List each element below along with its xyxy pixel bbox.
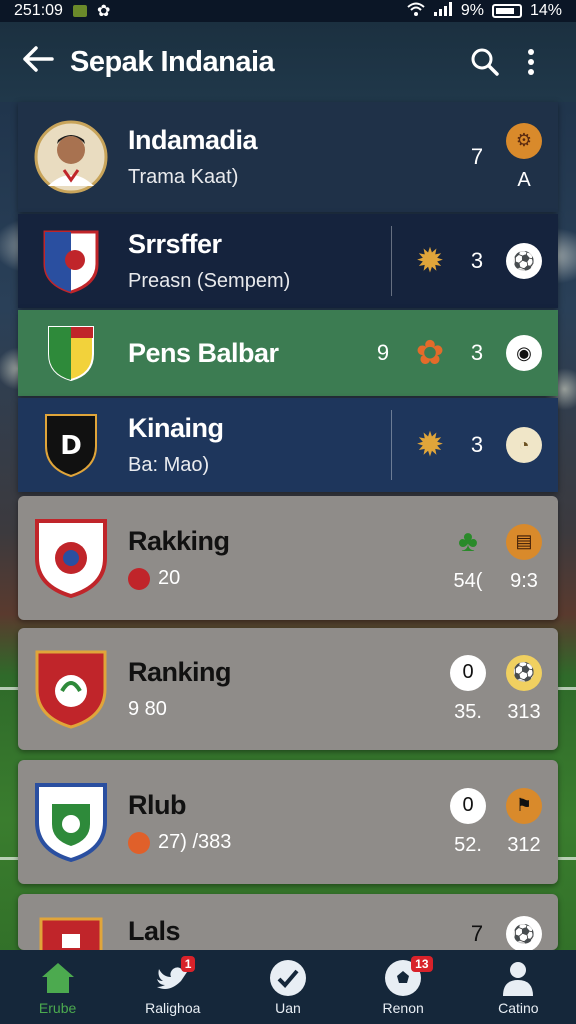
page-title: Sepak Indanaia — [70, 45, 275, 78]
app-bar: Sepak Indanaia — [0, 22, 576, 102]
row-number: 3 — [470, 340, 484, 365]
stat-left: 52. — [454, 833, 482, 856]
row-pre-number: 9 — [376, 340, 390, 365]
club-logo — [34, 519, 108, 598]
home-icon — [38, 958, 78, 998]
nav-label: Erube — [38, 1000, 77, 1016]
row-name: Rlub — [128, 790, 187, 820]
stat-right: 313 — [507, 700, 541, 723]
badge-icon: ✹ — [415, 426, 445, 464]
list-item[interactable]: Pens Balbar 9 ✿ 3 ◉ — [18, 310, 558, 396]
nav-item-renon[interactable]: 13 Renon — [353, 956, 453, 1016]
row-name: Rakking — [128, 526, 230, 556]
trophy-icon: ⚙ — [506, 122, 542, 159]
row-number: 7 — [470, 144, 484, 169]
number-badge: 0 — [450, 787, 486, 824]
list-item[interactable]: Lals 7 ⚽ — [18, 894, 558, 950]
row-subtitle-text: 20 — [158, 567, 181, 589]
row-name: Srrsffer — [128, 229, 222, 259]
row-subtitle: Ba: Mao) — [128, 454, 210, 476]
divider — [391, 410, 392, 480]
row-name: Kinaing — [128, 413, 224, 443]
nav-item-home[interactable]: Erube — [8, 958, 108, 1016]
row-number: 3 — [470, 248, 484, 273]
flower-icon: ✿ — [415, 334, 445, 372]
battery-text: 14% — [529, 2, 562, 19]
small-club-icon — [128, 831, 150, 854]
stat-right: 9:3 — [510, 569, 538, 592]
search-icon[interactable] — [462, 39, 508, 85]
row-number: 3 — [470, 432, 484, 457]
settings-icon: ✿ — [96, 3, 111, 20]
small-club-icon — [128, 567, 150, 590]
row-name: Ranking — [128, 657, 232, 687]
soccer-ball-icon: ⚽ — [506, 243, 542, 279]
notification-badge: 1 — [180, 956, 196, 972]
battery-icon — [491, 4, 522, 18]
divider — [391, 226, 392, 296]
player-avatar — [34, 120, 108, 194]
bottom-navigation: Erube 1 Ralighoa Uan 13 Renon Catino — [0, 950, 576, 1024]
row-extra: A — [517, 168, 531, 191]
list-item[interactable]: Rlub 27) /383 0 52. ⚑ 312 — [18, 760, 558, 884]
nav-label: Renon — [382, 1000, 424, 1016]
row-subtitle: Trama Kaat) — [128, 166, 239, 188]
timer-icon: ◔ — [506, 427, 542, 463]
list-item[interactable]: Rakking 20 ♣ 54( ▤ 9:3 — [18, 496, 558, 620]
club-logo — [34, 224, 108, 298]
leaf-icon: ♣ — [458, 524, 478, 558]
row-subtitle: 20 — [128, 567, 450, 590]
stadium-icon: ▤ — [506, 523, 542, 560]
list-item[interactable]: Indamadia Trama Kaat) 7 ⚙ A — [18, 102, 558, 212]
club-logo — [34, 783, 108, 862]
notification-icon — [72, 5, 87, 17]
soccer-ball-icon: ⚽ — [506, 916, 542, 950]
check-circle-icon — [268, 958, 308, 998]
row-name: Pens Balbar — [128, 337, 279, 368]
row-name: Indamadia — [128, 125, 258, 155]
list-item[interactable]: Srrsffer Preasn (Sempem) ✹ 3 ⚽ — [18, 214, 558, 308]
user-icon — [498, 958, 538, 998]
whistle-icon: ⚑ — [506, 787, 542, 824]
status-bar: 251:09 ✿ 9% 14% — [0, 0, 576, 22]
camera-icon: ◉ — [506, 335, 542, 371]
club-logo — [34, 316, 108, 390]
club-logo: D — [34, 408, 108, 482]
arrow-left-icon[interactable] — [22, 43, 70, 82]
row-number: 7 — [470, 921, 484, 946]
list-item[interactable]: D Kinaing Ba: Mao) ✹ 3 ◔ — [18, 398, 558, 492]
svg-text:D: D — [60, 431, 82, 461]
signal-text: 9% — [460, 2, 484, 19]
stat-left: 54( — [453, 569, 483, 592]
row-subtitle: 27) /383 — [128, 831, 450, 854]
wifi-icon — [407, 2, 425, 21]
club-logo — [34, 916, 108, 950]
nav-item-catino[interactable]: Catino — [468, 958, 568, 1016]
notification-badge: 13 — [411, 956, 433, 972]
badge-icon: ✹ — [415, 242, 445, 280]
more-vertical-icon[interactable] — [508, 39, 554, 85]
row-subtitle: Preasn (Sempem) — [128, 270, 291, 292]
nav-label: Catino — [498, 1000, 539, 1016]
status-time: 251:09 — [14, 2, 63, 19]
nav-item-uan[interactable]: Uan — [238, 958, 338, 1016]
list-item[interactable]: Ranking 9 80 0 35. ⚽ 313 — [18, 628, 558, 750]
signal-icon — [433, 1, 453, 21]
soccer-ball-icon: ⚽ — [506, 654, 542, 691]
row-subtitle: 9 80 — [128, 698, 167, 720]
stat-left: 35. — [454, 700, 482, 723]
row-subtitle-text: 27) /383 — [158, 831, 232, 853]
nav-item-ralighoa[interactable]: 1 Ralighoa — [123, 956, 223, 1016]
nav-label: Ralighoa — [145, 1000, 201, 1016]
nav-label: Uan — [275, 1000, 301, 1016]
stat-right: 312 — [507, 833, 541, 856]
club-logo — [34, 650, 108, 729]
number-badge: 0 — [450, 654, 486, 691]
row-name: Lals — [128, 916, 181, 946]
